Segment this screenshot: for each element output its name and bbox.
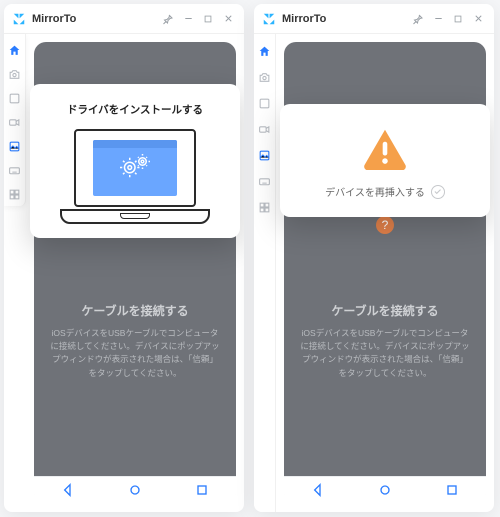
sidebar-item-camera[interactable] <box>4 62 26 86</box>
section-desc: iOSデバイスをUSBケーブルでコンピュータに接続してください。デバイスにポップ… <box>34 319 236 380</box>
reinsert-device-modal: デバイスを再挿入する <box>280 104 490 217</box>
sidebar-item-screenshot[interactable] <box>254 90 276 116</box>
confirm-check-icon[interactable] <box>431 185 445 199</box>
titlebar: MirrorTo <box>254 4 494 34</box>
sidebar-item-home[interactable] <box>254 38 276 64</box>
pin-button[interactable] <box>160 11 176 27</box>
modal-sub-row: デバイスを再挿入する <box>325 184 445 199</box>
nav-home-button[interactable] <box>377 482 393 498</box>
section-title: ケーブルを接続する <box>81 302 188 319</box>
android-navbar <box>34 476 236 504</box>
sidebar-item-keyboard[interactable] <box>254 168 276 194</box>
pin-button[interactable] <box>410 11 426 27</box>
sidebar-item-home[interactable] <box>4 38 26 62</box>
section-desc: iOSデバイスをUSBケーブルでコンピュータに接続してください。デバイスにポップ… <box>284 319 486 380</box>
sidebar <box>254 34 276 512</box>
sidebar-item-screenshot[interactable] <box>4 86 26 110</box>
modal-sub-text: デバイスを再挿入する <box>325 184 425 199</box>
help-badge[interactable]: ? <box>376 216 394 234</box>
sidebar-item-keyboard[interactable] <box>4 158 26 182</box>
maximize-button[interactable] <box>450 11 466 27</box>
nav-home-button[interactable] <box>127 482 143 498</box>
nav-back-button[interactable] <box>60 482 76 498</box>
app-window-right: MirrorTo ? ケーブルを接続する iOS <box>254 4 494 512</box>
app-logo-icon <box>12 12 26 26</box>
app-title: MirrorTo <box>32 13 76 25</box>
nav-back-button[interactable] <box>310 482 326 498</box>
sidebar-item-toolbox[interactable] <box>4 182 26 206</box>
close-button[interactable] <box>220 11 236 27</box>
sidebar-item-toolbox[interactable] <box>254 194 276 220</box>
sidebar-item-gallery[interactable] <box>4 134 26 158</box>
gears-icon <box>117 152 153 185</box>
sidebar <box>4 34 26 206</box>
minimize-button[interactable] <box>430 11 446 27</box>
laptop-illustration <box>60 129 210 224</box>
titlebar: MirrorTo <box>4 4 244 34</box>
maximize-button[interactable] <box>200 11 216 27</box>
android-navbar <box>284 476 486 504</box>
nav-recent-button[interactable] <box>194 482 210 498</box>
sidebar-item-record[interactable] <box>254 116 276 142</box>
sidebar-item-gallery[interactable] <box>254 142 276 168</box>
nav-recent-button[interactable] <box>444 482 460 498</box>
close-button[interactable] <box>470 11 486 27</box>
modal-title: ドライバをインストールする <box>67 102 203 117</box>
sidebar-item-camera[interactable] <box>254 64 276 90</box>
warning-icon <box>361 126 409 170</box>
app-title: MirrorTo <box>282 13 326 25</box>
minimize-button[interactable] <box>180 11 196 27</box>
install-driver-modal: ドライバをインストールする <box>30 84 240 238</box>
section-title: ケーブルを接続する <box>331 302 438 319</box>
sidebar-item-record[interactable] <box>4 110 26 134</box>
app-logo-icon <box>262 12 276 26</box>
app-window-left: MirrorTo ? ケーブルを接続する iOS <box>4 4 244 512</box>
